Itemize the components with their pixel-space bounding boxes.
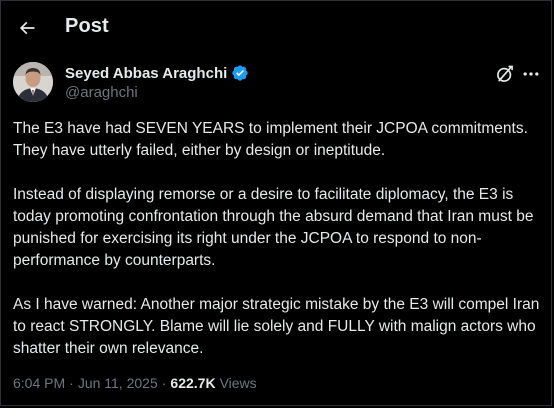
meta-separator: · (69, 375, 74, 391)
avatar[interactable] (13, 62, 53, 102)
page-title: Post (65, 15, 109, 37)
post-page: Post Seyed Abbas Araghchi @araghchi The … (0, 0, 552, 406)
views-count: 622.7K (170, 375, 216, 391)
author-row: Seyed Abbas Araghchi @araghchi (13, 62, 543, 106)
avatar-image (13, 62, 53, 102)
author-name[interactable]: Seyed Abbas Araghchi (65, 65, 227, 82)
page-header: Post (1, 1, 551, 57)
more-dots-icon[interactable] (521, 64, 541, 84)
grok-icon[interactable] (495, 64, 515, 84)
verified-badge-icon (232, 65, 248, 81)
timestamp-time[interactable]: 6:04 PM (13, 375, 65, 391)
arrow-left-icon (19, 21, 35, 35)
meta-separator: · (161, 375, 167, 391)
author-handle[interactable]: @araghchi (65, 84, 138, 101)
back-button[interactable] (9, 10, 45, 46)
tweet-text: The E3 have had SEVEN YEARS to implement… (13, 118, 543, 382)
tweet-paragraph: As I have warned: Another major strategi… (13, 296, 540, 357)
timestamp-date[interactable]: Jun 11, 2025 (78, 375, 158, 391)
tweet-meta: 6:04 PM · Jun 11, 2025 · 622.7K Views (13, 375, 257, 391)
views-label: Views (219, 375, 257, 391)
tweet-paragraph: Instead of displaying remorse or a desir… (13, 186, 534, 269)
tweet-paragraph: The E3 have had SEVEN YEARS to implement… (13, 120, 528, 159)
name-line: Seyed Abbas Araghchi (65, 64, 249, 82)
